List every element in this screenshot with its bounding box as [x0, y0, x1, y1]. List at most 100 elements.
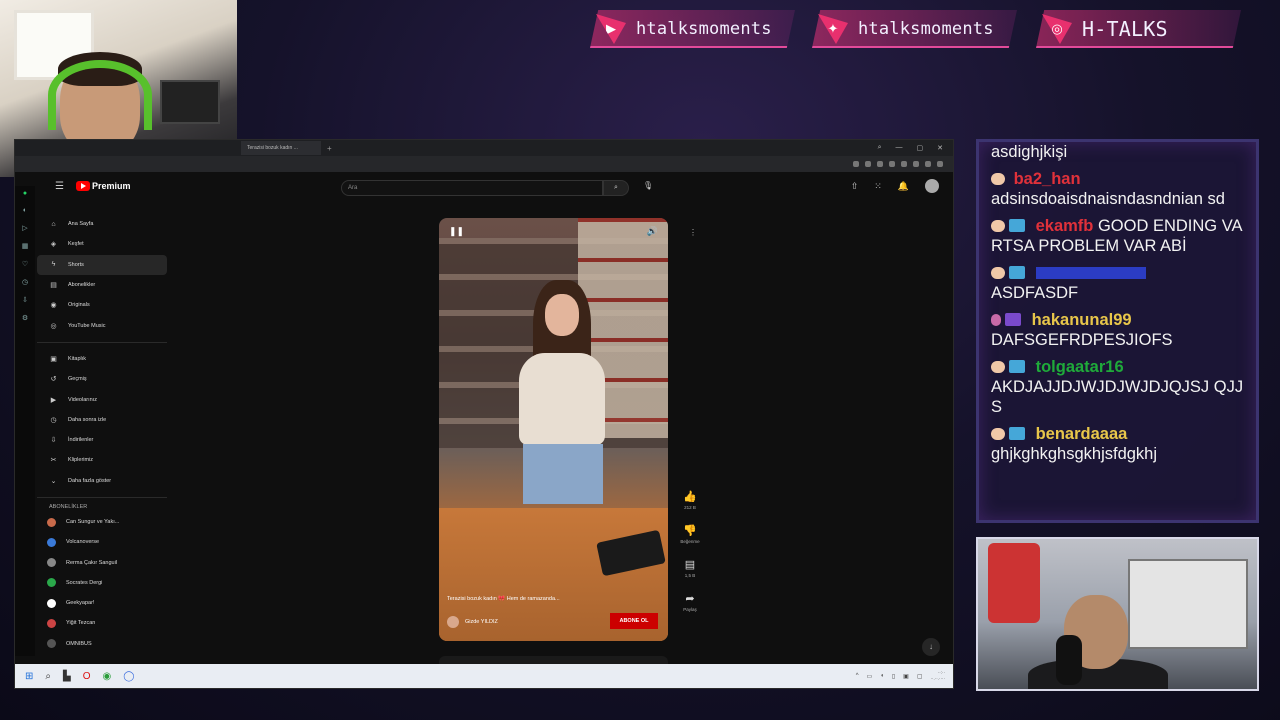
sidebar-item-daha-fazla-göster[interactable]: ⌄ Daha fazla göster — [37, 471, 167, 491]
channel-avatar[interactable] — [447, 616, 459, 628]
share-icon: ➦ — [685, 593, 695, 605]
short-channel[interactable]: Gizde YILDIZ — [447, 616, 498, 628]
subscription-item[interactable]: Geekyapar! — [37, 593, 167, 613]
sidebar-item-videolarınız[interactable]: ▶ Videolarınız — [37, 389, 167, 409]
banner-handle: H-TALKS — [1082, 17, 1168, 41]
header-actions: ⇧ ⁙ 🔔 — [851, 179, 939, 193]
tray-app-icon[interactable]: ▣ — [903, 673, 909, 680]
file-explorer-icon[interactable]: ▙ — [63, 671, 71, 682]
minimize-icon[interactable]: — — [896, 144, 903, 152]
notifications-icon[interactable]: 🔔 — [898, 181, 909, 192]
collections-icon[interactable]: ▦ — [22, 242, 29, 250]
chat-message: benardaaaa ghjkghkghsgkhjsfdgkhj — [991, 424, 1246, 464]
sidebar-item-keşfet[interactable]: ◈ Keşfet — [37, 234, 167, 254]
chat-username[interactable]: ba2_han — [1014, 170, 1081, 188]
chat-message: asdighjkişi — [991, 142, 1246, 162]
short-video-player[interactable]: ❚❚ 🔊 Terazisi bozuk kadın 🎀 Hem de ramaz… — [439, 218, 668, 641]
sidebar-item-originals[interactable]: ◉ Originals — [37, 295, 167, 315]
chat-username[interactable]: tolgaatar16 — [1036, 358, 1124, 376]
search-input[interactable]: Ara — [341, 180, 603, 196]
search-tabs-icon[interactable]: ⌕ — [878, 144, 882, 152]
video-frame-person-face — [545, 294, 579, 336]
maximize-icon[interactable]: ▢ — [917, 144, 924, 152]
volume-icon[interactable]: ◖ — [880, 673, 884, 679]
chat-username[interactable]: benardaaaa — [1036, 425, 1128, 443]
share-button[interactable]: ➦ Paylaş — [683, 592, 697, 612]
chat-username[interactable]: hakanunal99 — [1032, 311, 1132, 329]
search-button[interactable]: ⌕ — [603, 180, 629, 196]
subscription-item[interactable]: Yiğit Tezcan — [37, 613, 167, 633]
sidebar-item-kitaplık[interactable]: ▣ Kitaplık — [37, 349, 167, 369]
extension-icon[interactable] — [937, 161, 943, 167]
notifications-icon[interactable]: ▢ — [917, 673, 923, 680]
player-icon[interactable]: ▷ — [22, 224, 27, 232]
downloads-icon[interactable]: ⇩ — [22, 296, 28, 304]
subscription-name: OMNIBUS — [66, 640, 92, 647]
whatsapp-icon[interactable]: ● — [23, 190, 27, 197]
comments-button[interactable]: ▤ 1,5 B — [685, 558, 696, 578]
sidebar-item-abonelikler[interactable]: ▤ Abonelikler — [37, 275, 167, 295]
extension-icon[interactable] — [913, 161, 919, 167]
dislike-button[interactable]: 👎 Beğenme — [680, 524, 699, 544]
sidebar-item-i̇ndirilenler[interactable]: ⇩ İndirilenler — [37, 430, 167, 450]
social-banner-instagram: ◎ H-TALKS — [1036, 10, 1241, 48]
sidebar-item-ana-sayfa[interactable]: ⌂ Ana Sayfa — [37, 214, 167, 234]
sidebar-item-shorts[interactable]: ϟ Shorts — [37, 254, 167, 275]
upload-icon[interactable]: ⇧ — [851, 181, 859, 192]
next-short-button[interactable]: ↓ — [922, 638, 940, 656]
sidebar-item-youtube-music[interactable]: ◎ YouTube Music — [37, 315, 167, 335]
more-options-icon[interactable]: ⋮ — [689, 228, 697, 237]
extension-icon[interactable] — [853, 161, 859, 167]
pause-icon[interactable]: ❚❚ — [449, 226, 464, 237]
subscribe-button[interactable]: ABONE OL — [610, 613, 658, 629]
tray-chevron-icon[interactable]: ^ — [856, 673, 859, 679]
youtube-logo[interactable]: Premium — [75, 181, 130, 191]
like-button[interactable]: 👍 212 B — [683, 490, 697, 510]
subscription-item[interactable]: Volcanoverse — [37, 532, 167, 552]
channel-name[interactable]: Gizde YILDIZ — [465, 619, 498, 625]
signal-icon[interactable]: ◯ — [123, 671, 134, 682]
settings-icon[interactable]: ⚙ — [22, 314, 28, 322]
apps-icon[interactable]: ⁙ — [874, 181, 882, 192]
clock[interactable]: ··:·· ··.··.···· — [931, 670, 946, 682]
banner-handle: htalksmoments — [858, 19, 994, 39]
messenger-icon[interactable]: ◐ — [23, 207, 27, 214]
battery-icon[interactable]: ▯ — [892, 673, 895, 680]
short-actions: 👍 212 B 👎 Beğenme ▤ 1,5 B ➦ Paylaş — [679, 490, 701, 612]
extension-icon[interactable] — [901, 161, 907, 167]
emote-badge-icon — [991, 267, 1005, 279]
channel-avatar — [47, 639, 56, 649]
subscription-item[interactable]: Rerma Çakır Sanguil — [37, 552, 167, 572]
social-banner-youtube: ▶ htalksmoments — [590, 10, 795, 48]
subscription-item[interactable]: OMNIBUS — [37, 634, 167, 654]
chrome-icon[interactable]: ◉ — [102, 671, 111, 682]
subscription-item[interactable]: Socrates Dergi — [37, 573, 167, 593]
close-icon[interactable]: ✕ — [937, 144, 943, 152]
extension-icon[interactable] — [889, 161, 895, 167]
extension-icon[interactable] — [925, 161, 931, 167]
new-tab-icon[interactable]: + — [327, 144, 332, 153]
opera-icon[interactable]: O — [83, 671, 91, 682]
sidebar-item-kliplerimiz[interactable]: ✂ Kliplerimiz — [37, 450, 167, 470]
favorites-icon[interactable]: ♡ — [22, 260, 28, 268]
browser-window: Terazisi bozuk kadın ... + ⌕ — ▢ ✕ ☰ Pre… — [14, 139, 954, 689]
voice-search-icon[interactable]: 🎙 — [643, 181, 653, 190]
windows-start-icon[interactable]: ⊞ — [25, 671, 33, 682]
sidebar-item-geçmiş[interactable]: ↺ Geçmiş — [37, 369, 167, 389]
extension-icon[interactable] — [877, 161, 883, 167]
sidebar-item-daha-sonra-izle[interactable]: ◷ Daha sonra izle — [37, 410, 167, 430]
chat-username[interactable]: ekamfb — [1036, 217, 1094, 235]
browser-tab[interactable]: Terazisi bozuk kadın ... — [241, 141, 321, 155]
address-bar[interactable] — [15, 156, 953, 172]
channel-avatar — [47, 537, 56, 547]
avatar[interactable] — [925, 179, 939, 193]
subscription-item[interactable]: Can Sungur ve Yakı... — [37, 512, 167, 532]
sidebar-item-label: İndirilenler — [68, 437, 94, 444]
short-caption[interactable]: Terazisi bozuk kadın 🎀 Hem de ramazanda.… — [447, 596, 560, 602]
extension-icon[interactable] — [865, 161, 871, 167]
network-icon[interactable]: ▭ — [867, 673, 873, 680]
menu-icon[interactable]: ☰ — [55, 181, 64, 192]
history-icon[interactable]: ◷ — [22, 278, 28, 286]
volume-icon[interactable]: 🔊 — [647, 226, 658, 237]
search-icon[interactable]: ⌕ — [45, 671, 51, 682]
